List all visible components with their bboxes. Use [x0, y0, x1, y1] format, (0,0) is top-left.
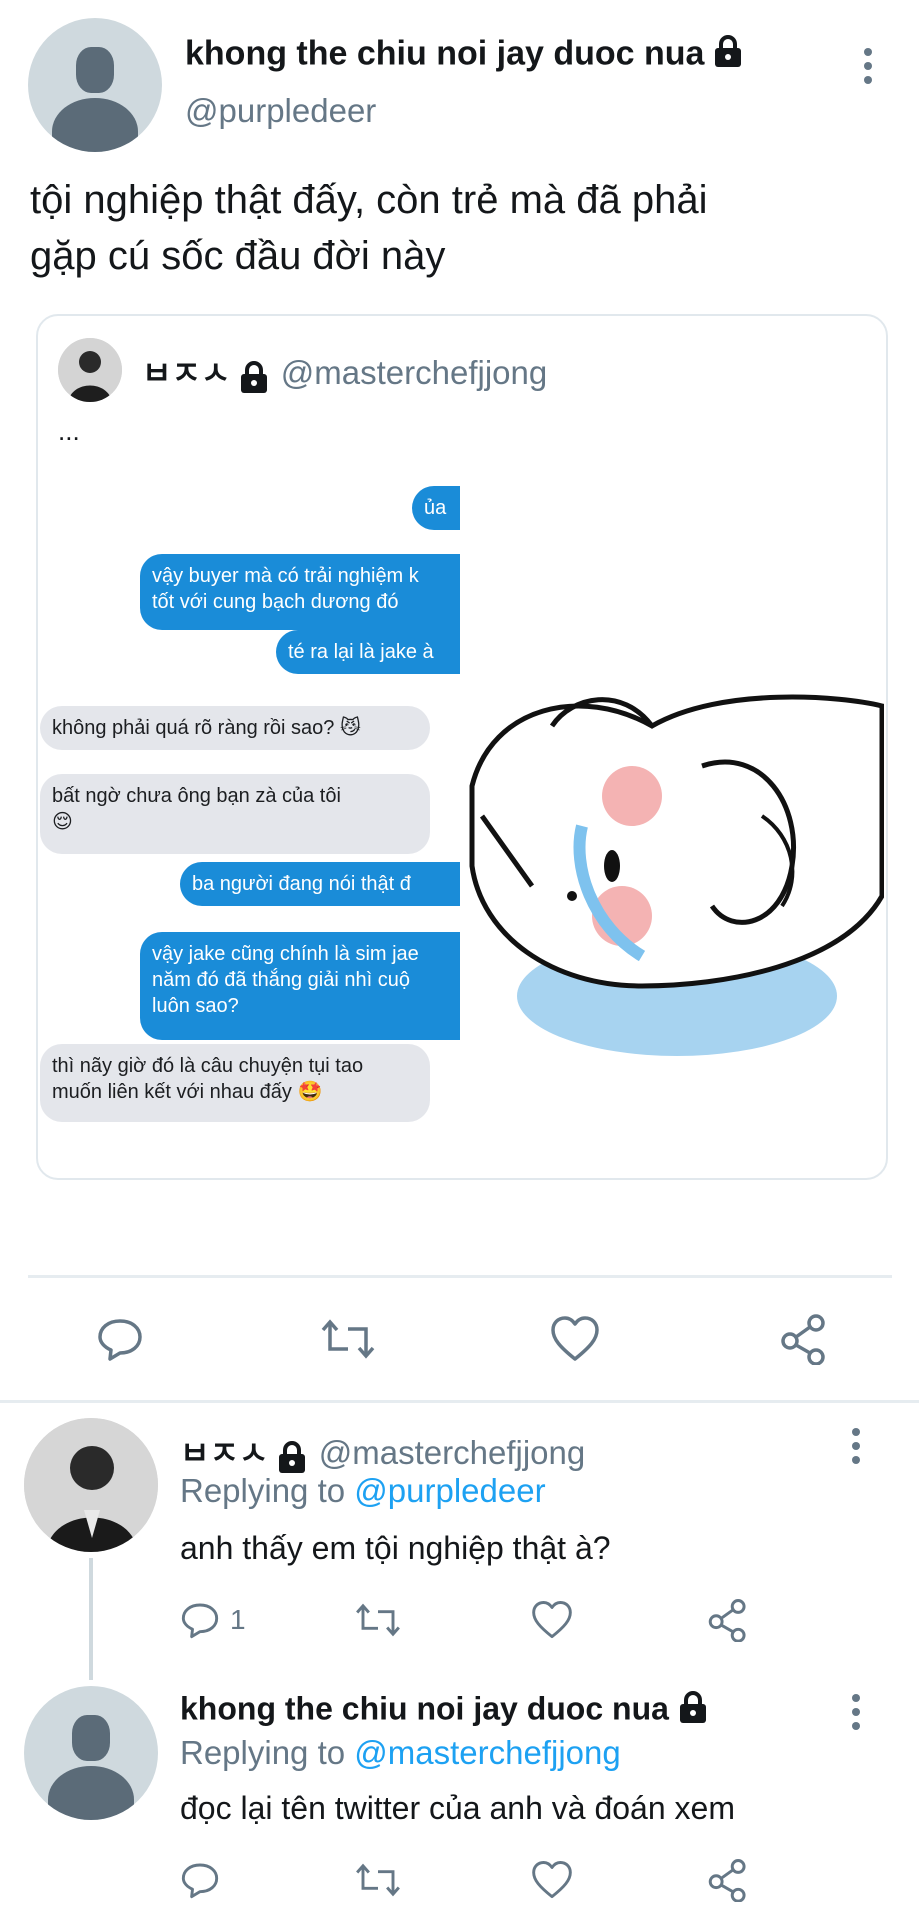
quote-ellipsis: ... — [58, 416, 80, 446]
chat-bubble: không phải quá rõ ràng rồi sao? 😼 — [40, 706, 430, 750]
reply-author-avatar[interactable] — [24, 1686, 158, 1820]
lock-icon — [677, 1690, 709, 1732]
reply-icon[interactable] — [180, 1860, 220, 1900]
divider — [28, 1275, 892, 1278]
retweet-icon[interactable] — [354, 1600, 402, 1640]
chat-bubble: vậy buyer mà có trải nghiệm k tốt với cu… — [140, 554, 460, 630]
reply-count: 1 — [230, 1604, 246, 1635]
retweet-icon[interactable] — [354, 1860, 402, 1900]
chat-bubble: ủa — [412, 486, 460, 530]
reply-text: anh thấy em tội nghiệp thật à? — [180, 1530, 611, 1566]
chat-bubble: té ra lại là jake à — [276, 630, 460, 674]
divider — [0, 1400, 919, 1403]
chat-bubble: thì nãy giờ đó là câu chuyện tụi tao muố… — [40, 1044, 430, 1122]
reply-author[interactable]: khong the chiu noi jay duoc nua — [180, 1690, 709, 1732]
author-avatar[interactable] — [28, 18, 162, 152]
lock-icon — [238, 360, 270, 399]
thread-line — [89, 1558, 93, 1680]
tweet-text: tội nghiệp thật đấy, còn trẻ mà đã phải … — [30, 178, 708, 278]
more-icon[interactable] — [851, 1694, 861, 1736]
reply-icon[interactable] — [96, 1315, 144, 1363]
reply-author-avatar[interactable] — [24, 1418, 158, 1552]
share-icon[interactable] — [706, 1598, 750, 1642]
like-icon[interactable] — [531, 1600, 573, 1640]
chat-bubble: ba người đang nói thật đ — [180, 862, 460, 906]
chat-bubble: bất ngờ chưa ông bạn zà của tôi 😌 — [40, 774, 430, 854]
share-icon[interactable] — [706, 1858, 750, 1902]
crying-sticker-image — [462, 666, 885, 1086]
replying-to-link[interactable]: @masterchefjjong — [354, 1734, 620, 1771]
reply-text: đọc lại tên twitter của anh và đoán xem — [180, 1790, 735, 1826]
quoted-tweet[interactable]: ㅂㅈㅅ @masterchefjjong ... ủa vậy buyer mà… — [36, 314, 888, 1180]
more-icon[interactable] — [851, 1428, 861, 1470]
quote-author: ㅂㅈㅅ @masterchefjjong — [142, 348, 547, 399]
reply-action[interactable]: 1 — [180, 1600, 246, 1640]
replying-to: Replying to @purpledeer — [180, 1472, 546, 1509]
reply-icon[interactable] — [180, 1600, 220, 1640]
chat-bubble: vậy jake cũng chính là sim jae năm đó đã… — [140, 932, 460, 1040]
replying-to-link[interactable]: @purpledeer — [354, 1472, 545, 1509]
lock-icon — [712, 34, 744, 77]
more-icon[interactable] — [863, 48, 873, 90]
chat-screenshot: ủa vậy buyer mà có trải nghiệm k tốt với… — [40, 486, 460, 1186]
replying-to: Replying to @masterchefjjong — [180, 1734, 621, 1771]
share-icon[interactable] — [778, 1313, 830, 1365]
author-handle[interactable]: @purpledeer — [185, 92, 376, 130]
author-name[interactable]: khong the chiu noi jay duoc nua — [185, 34, 744, 77]
like-icon[interactable] — [550, 1315, 600, 1363]
retweet-icon[interactable] — [320, 1315, 376, 1363]
like-icon[interactable] — [531, 1860, 573, 1900]
quote-author-avatar — [58, 338, 122, 402]
